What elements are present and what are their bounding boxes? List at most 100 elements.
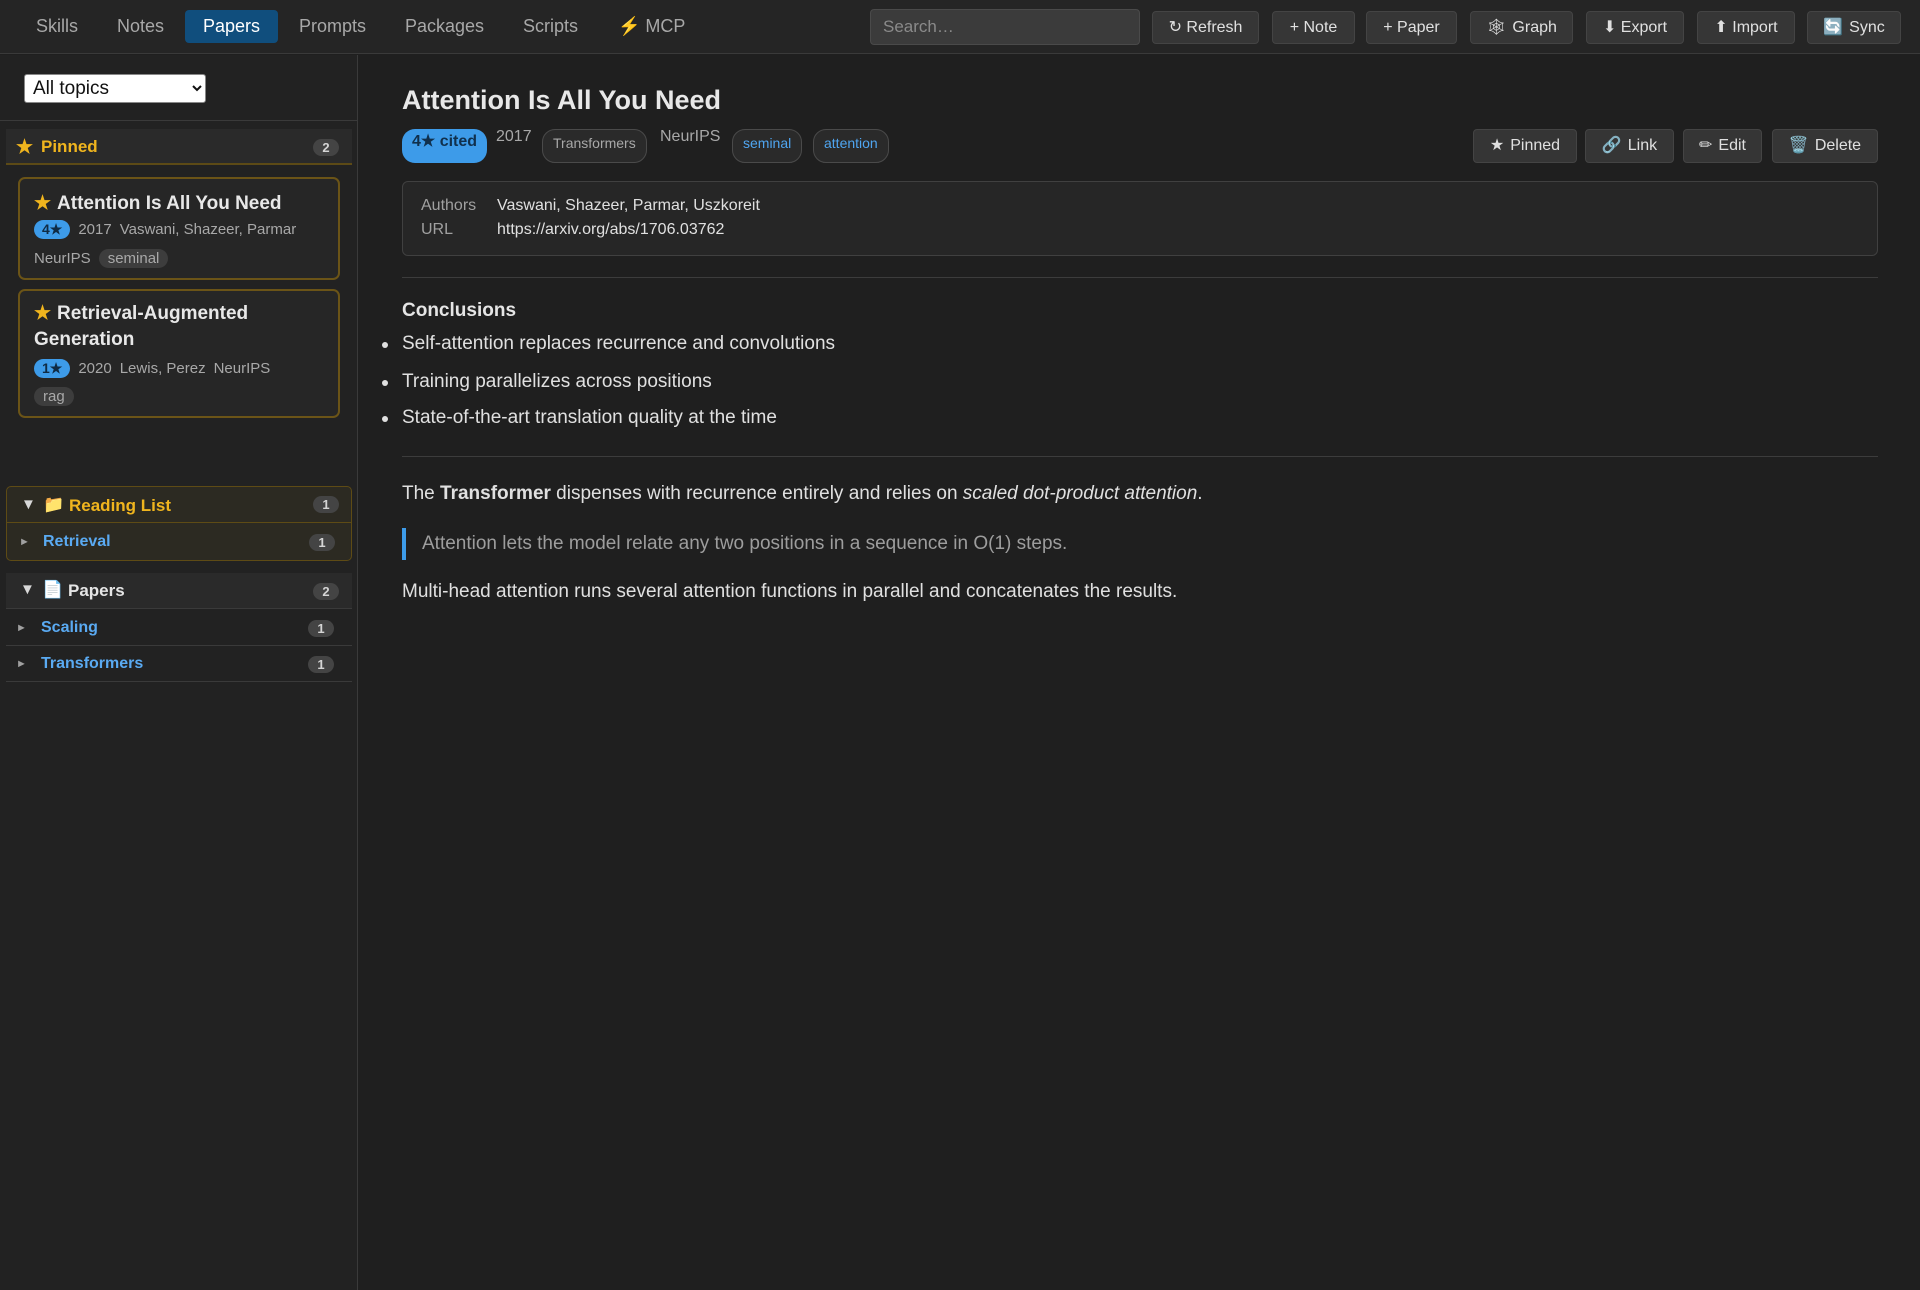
- paper-year: 2020: [78, 360, 112, 377]
- item-count-badge: 1: [308, 620, 334, 637]
- item-count-badge: 1: [308, 656, 334, 673]
- reading-list-count-badge: 1: [313, 496, 339, 513]
- star-icon: ★: [16, 137, 34, 158]
- authors-value: Vaswani, Shazeer, Parmar, Uszkoreit: [497, 197, 760, 214]
- divider: [402, 456, 1878, 457]
- trash-icon: 🗑️: [1788, 137, 1809, 154]
- add-note-button[interactable]: + Note: [1272, 11, 1355, 44]
- pinned-paper-title: ★ Retrieval-Augmented Generation: [34, 301, 324, 353]
- topic-badge[interactable]: Transformers: [542, 129, 647, 163]
- tab-packages[interactable]: Packages: [387, 10, 502, 43]
- authors-label: Authors: [421, 197, 477, 214]
- sync-icon: 🔄: [1823, 19, 1844, 36]
- graph-button[interactable]: 🕸 Graph: [1470, 11, 1573, 44]
- body-paragraph: The Transformer dispenses with recurrenc…: [402, 483, 1203, 505]
- import-button[interactable]: ⬆ Import: [1697, 11, 1795, 44]
- papers-section-header[interactable]: ▼ 📄 Papers 2: [6, 573, 352, 609]
- pinned-paper-card[interactable]: ★ Attention Is All You Need 4★ 2017 Vaswani…: [18, 177, 340, 280]
- tag-attention[interactable]: attention: [813, 129, 889, 163]
- body-paragraph: Multi-head attention runs several attent…: [402, 581, 1178, 602]
- url-link[interactable]: https://arxiv.org/abs/1706.03762: [497, 221, 724, 239]
- sync-button[interactable]: 🔄 Sync: [1807, 11, 1901, 44]
- cited-badge: 1★: [34, 359, 71, 378]
- body-italic-text: scaled dot-product attention: [962, 483, 1198, 504]
- sidebar-item-label: Transformers: [41, 655, 144, 672]
- paper-year: 2017: [496, 128, 532, 145]
- topic-filter-select[interactable]: All topics: [24, 74, 206, 103]
- body-text: dispenses with recurrence entirely and r…: [550, 483, 963, 504]
- chevron-down-icon: ▼: [21, 496, 36, 513]
- tab-mcp[interactable]: ⚡ MCP: [600, 10, 703, 43]
- pinned-section-header[interactable]: ★ Pinned 2: [6, 129, 352, 165]
- sidebar-item-retrieval[interactable]: ► Retrieval 1: [7, 524, 353, 560]
- link-icon: 🔗: [1601, 137, 1622, 154]
- pinned-paper-title-text: Attention Is All You Need: [57, 193, 282, 214]
- tab-skills[interactable]: Skills: [18, 10, 96, 43]
- pencil-icon: ✏: [1699, 137, 1713, 154]
- tag-pill: seminal: [98, 249, 169, 268]
- paper-venue: NeurIPS: [34, 250, 91, 267]
- pinned-paper-title-text: Retrieval-Augmented Generation: [34, 303, 249, 350]
- chevron-right-icon: ►: [16, 622, 27, 634]
- edit-button[interactable]: ✏ Edit: [1683, 129, 1762, 163]
- pinned-paper-meta: 1★ 2020 Lewis, Perez NeurIPS: [34, 359, 270, 378]
- body-text: .: [1197, 483, 1203, 504]
- chevron-down-icon: ▼: [20, 581, 35, 598]
- sidebar: All topics ★ Pinned 2 ★ Attention Is All …: [0, 55, 358, 1290]
- sidebar-item-scaling[interactable]: ► Scaling 1: [6, 610, 352, 646]
- star-icon: ★: [34, 193, 52, 214]
- cited-badge: 4★: [34, 220, 71, 239]
- sidebar-item-label: Retrieval: [43, 533, 111, 550]
- blockquote: Attention lets the model relate any two …: [402, 528, 1067, 560]
- body-text: The: [402, 483, 441, 504]
- reading-list-section: ▼ 📁 Reading List 1 ► Retrieval 1: [6, 486, 352, 561]
- link-button[interactable]: 🔗 Link: [1585, 129, 1674, 163]
- refresh-button[interactable]: ↻ Refresh: [1152, 11, 1259, 44]
- edit-button-label: Edit: [1718, 137, 1746, 154]
- item-count-badge: 1: [309, 534, 335, 551]
- conclusion-item: Training parallelizes across positions: [382, 371, 712, 392]
- papers-count-badge: 2: [313, 583, 339, 600]
- page-title: Attention Is All You Need: [402, 85, 722, 115]
- star-icon: ★: [34, 303, 52, 324]
- sync-button-label: Sync: [1849, 19, 1885, 36]
- tag-pill: rag: [34, 387, 74, 406]
- chevron-right-icon: ►: [19, 536, 30, 548]
- top-bar: Skills Notes Papers Prompts Packages Scr…: [0, 0, 1920, 54]
- url-label: URL: [421, 221, 454, 238]
- pinned-button-label: Pinned: [1510, 137, 1561, 154]
- tab-prompts[interactable]: Prompts: [281, 10, 384, 43]
- pinned-button[interactable]: ★ Pinned: [1473, 129, 1577, 163]
- search-input[interactable]: [870, 9, 1140, 45]
- conclusion-item: State-of-the-art translation quality at …: [382, 407, 777, 428]
- link-button-label: Link: [1627, 137, 1658, 154]
- paper-venue: NeurIPS: [660, 128, 721, 145]
- sidebar-item-transformers[interactable]: ► Transformers 1: [6, 646, 352, 682]
- export-button[interactable]: ⬇ Export: [1586, 11, 1684, 44]
- paper-info-box: Authors Vaswani, Shazeer, Parmar, Uszkor…: [402, 181, 1878, 256]
- graph-icon: 🕸: [1486, 19, 1507, 36]
- reading-list-header[interactable]: ▼ 📁 Reading List 1: [7, 487, 351, 523]
- pinned-paper-card[interactable]: ★ Retrieval-Augmented Generation 1★ 2020 Le…: [18, 289, 340, 418]
- graph-button-label: Graph: [1512, 19, 1557, 36]
- tag-seminal[interactable]: seminal: [732, 129, 803, 163]
- paper-authors: Vaswani, Shazeer, Parmar: [119, 221, 297, 238]
- pinned-paper-title: ★ Attention Is All You Need: [34, 191, 282, 217]
- sidebar-divider: [0, 120, 358, 121]
- add-paper-button[interactable]: + Paper: [1366, 11, 1457, 44]
- divider: [402, 277, 1878, 278]
- sidebar-item-label: Scaling: [41, 619, 98, 636]
- tab-notes[interactable]: Notes: [99, 10, 182, 43]
- tab-scripts[interactable]: Scripts: [505, 10, 596, 43]
- delete-button-label: Delete: [1814, 137, 1862, 154]
- paper-venue: NeurIPS: [213, 360, 271, 377]
- pinned-paper-meta: 4★ 2017 Vaswani, Shazeer, Parmar: [34, 220, 296, 239]
- pinned-paper-meta-2: rag: [34, 387, 74, 406]
- body-bold-text: Transformer: [440, 483, 551, 504]
- pinned-label: Pinned: [41, 137, 98, 156]
- delete-button[interactable]: 🗑️ Delete: [1772, 129, 1878, 163]
- paper-detail: Attention Is All You Need 4★ cited 2017 …: [359, 55, 1920, 1290]
- star-icon: ★: [1489, 137, 1505, 154]
- tab-papers[interactable]: Papers: [185, 10, 279, 43]
- conclusions-heading: Conclusions: [402, 300, 517, 321]
